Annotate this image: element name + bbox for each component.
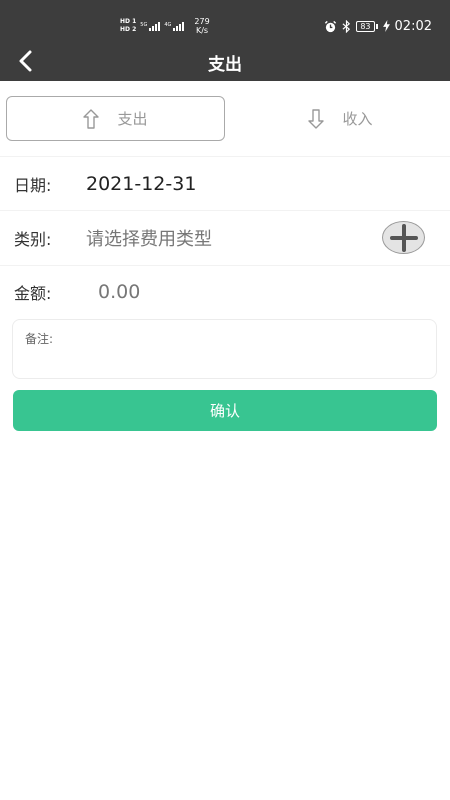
arrow-down-icon [308, 108, 325, 129]
hd2-label: HD 2 [120, 26, 137, 33]
amount-input[interactable]: 0.00 [98, 281, 140, 303]
battery-level: 83 [356, 20, 375, 32]
tab-expense-label: 支出 [117, 110, 148, 128]
tab-income[interactable]: 收入 [231, 96, 450, 141]
arrow-up-icon [83, 108, 100, 129]
clock: 02:02 [394, 18, 432, 34]
add-category-button[interactable] [382, 221, 425, 254]
tab-expense[interactable]: 支出 [6, 96, 225, 141]
plus-icon [389, 223, 418, 252]
title-bar: 支出 [0, 40, 450, 81]
network-speed-value: 279 [194, 17, 210, 26]
alarm-icon [325, 20, 337, 32]
amount-label: 金额: [14, 283, 52, 303]
date-row[interactable]: 日期: 2021-12-31 [0, 156, 450, 210]
hd-voice-indicator: HD 1 HD 2 [120, 18, 136, 34]
bluetooth-icon [342, 19, 351, 33]
note-box[interactable]: 备注: [12, 319, 437, 379]
page-title: 支出 [208, 55, 242, 75]
battery-icon: 83 [356, 20, 378, 32]
charging-icon [382, 20, 390, 32]
status-bar: HD 1 HD 2 5G 4G 279 K/s 83 02:02 [0, 0, 450, 40]
note-input[interactable] [25, 351, 424, 366]
network-speed: 279 K/s [194, 17, 209, 35]
network-speed-unit: K/s [195, 26, 209, 35]
network-indicators: HD 1 HD 2 5G 4G 279 K/s [120, 15, 210, 37]
date-label: 日期: [14, 175, 52, 195]
category-label: 类别: [14, 230, 52, 249]
tab-income-label: 收入 [342, 110, 373, 128]
hd1-label: HD 1 [120, 18, 137, 25]
status-right: 83 02:02 [324, 17, 432, 35]
amount-row[interactable]: 金额: 0.00 [0, 265, 450, 317]
category-select[interactable]: 请选择费用类型 [86, 225, 212, 251]
signal-gen-label: 5G [140, 21, 148, 28]
confirm-button[interactable]: 确认 [13, 390, 437, 431]
note-label: 备注: [25, 332, 54, 346]
signal-gen-label: 4G [164, 21, 172, 28]
signal-icon: 5G [140, 21, 161, 31]
date-value[interactable]: 2021-12-31 [86, 173, 196, 195]
signal-icon: 4G [164, 21, 185, 31]
